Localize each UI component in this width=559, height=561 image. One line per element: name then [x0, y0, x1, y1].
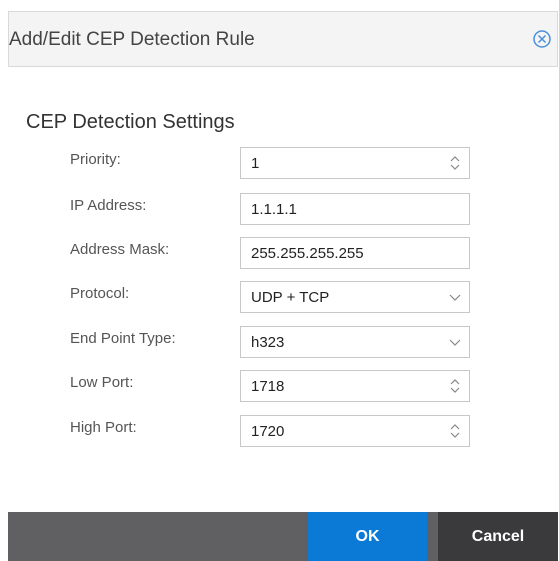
address-mask-value: 255.255.255.255 — [251, 245, 364, 262]
low-port-value: 1718 — [251, 378, 285, 395]
end-point-type-value: h323 — [251, 334, 285, 351]
end-point-type-row: End Point Type: h323 — [8, 326, 558, 360]
low-port-label: Low Port: — [70, 374, 134, 391]
protocol-select[interactable]: UDP + TCP — [240, 281, 470, 313]
chevron-down-icon[interactable] — [447, 289, 463, 305]
spinner-arrows-icon[interactable] — [447, 155, 463, 171]
close-icon[interactable] — [531, 28, 553, 50]
dialog-footer: OK Cancel — [8, 512, 558, 561]
address-mask-field[interactable]: 255.255.255.255 — [240, 237, 470, 269]
priority-value: 1 — [251, 155, 260, 172]
dialog-titlebar: Add/Edit CEP Detection Rule — [8, 11, 558, 67]
spinner-arrows-icon[interactable] — [447, 378, 463, 394]
end-point-type-label: End Point Type: — [70, 330, 176, 347]
chevron-down-icon[interactable] — [447, 334, 463, 350]
low-port-spinner[interactable]: 1718 — [240, 370, 470, 402]
priority-label: Priority: — [70, 151, 121, 168]
protocol-value: UDP + TCP — [251, 289, 330, 306]
cancel-button[interactable]: Cancel — [438, 512, 558, 561]
section-title: CEP Detection Settings — [26, 111, 235, 133]
high-port-label: High Port: — [70, 419, 137, 436]
spinner-arrows-icon[interactable] — [447, 423, 463, 439]
ip-address-row: IP Address: 1.1.1.1 — [8, 193, 558, 227]
address-mask-row: Address Mask: 255.255.255.255 — [8, 237, 558, 271]
dialog-title: Add/Edit CEP Detection Rule — [9, 29, 255, 50]
low-port-row: Low Port: 1718 — [8, 370, 558, 404]
high-port-spinner[interactable]: 1720 — [240, 415, 470, 447]
ip-address-label: IP Address: — [70, 197, 147, 214]
ip-address-field[interactable]: 1.1.1.1 — [240, 193, 470, 225]
ip-address-value: 1.1.1.1 — [251, 201, 297, 218]
end-point-type-select[interactable]: h323 — [240, 326, 470, 358]
cep-rule-dialog: Add/Edit CEP Detection Rule CEP Detectio… — [8, 11, 558, 561]
protocol-row: Protocol: UDP + TCP — [8, 281, 558, 315]
ok-button[interactable]: OK — [308, 512, 427, 561]
high-port-value: 1720 — [251, 423, 285, 440]
high-port-row: High Port: 1720 — [8, 415, 558, 449]
priority-spinner[interactable]: 1 — [240, 147, 470, 179]
protocol-label: Protocol: — [70, 285, 130, 302]
address-mask-label: Address Mask: — [70, 241, 170, 258]
priority-row: Priority: 1 — [8, 147, 558, 181]
